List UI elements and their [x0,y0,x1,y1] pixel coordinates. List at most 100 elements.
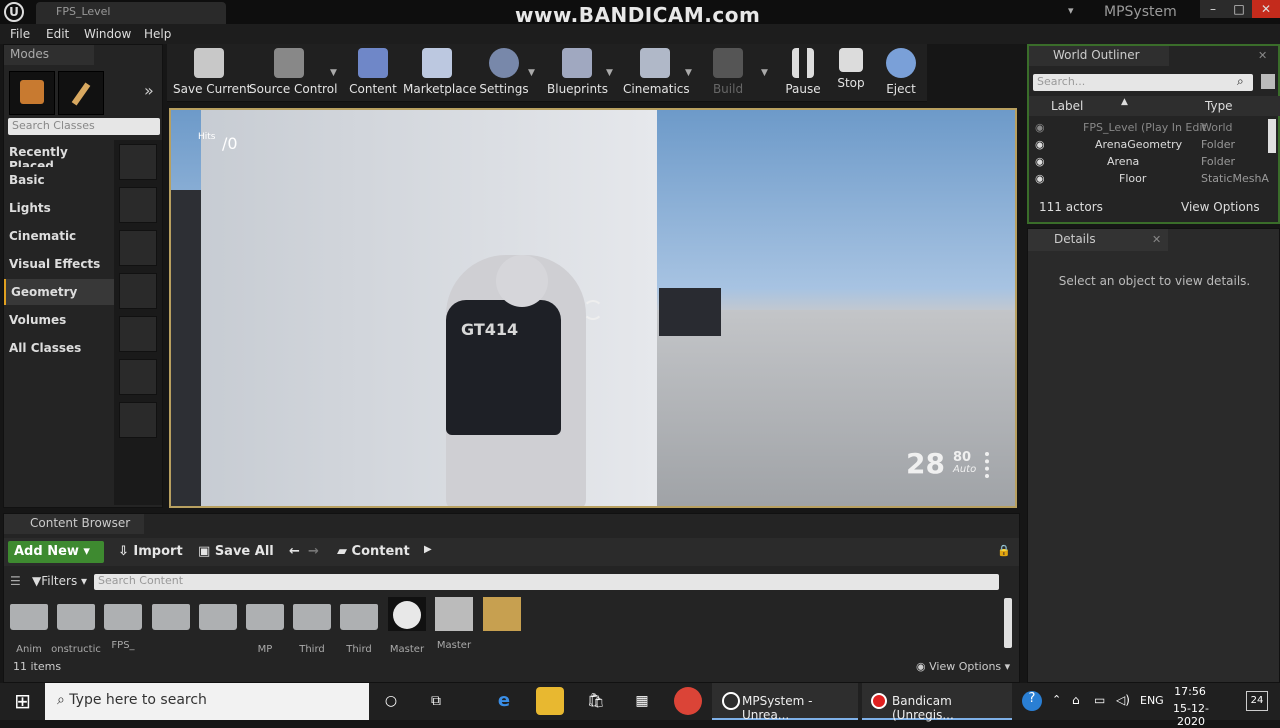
blueprints-dropdown-icon[interactable]: ▼ [606,68,613,78]
build-button[interactable]: Build [705,48,751,100]
modes-tab[interactable]: Modes [4,45,94,65]
type-column-header[interactable]: Type [1205,99,1233,113]
folder-icon[interactable] [104,604,142,630]
content-view-options[interactable]: ◉ View Options ▾ [916,660,1010,673]
help-icon[interactable]: ? [1022,691,1042,711]
tray-expand-icon[interactable]: ⌃ [1052,693,1061,706]
folder-icon[interactable] [246,604,284,630]
taskbar-search-input[interactable]: ⌕ Type here to search [45,683,369,720]
volume-icon[interactable]: ◁) [1116,693,1130,707]
level-tab[interactable]: FPS_Level [36,2,226,24]
blueprints-button[interactable]: Blueprints [547,48,608,100]
back-arrow-icon[interactable]: ← [289,544,300,559]
minimize-button[interactable]: – [1200,0,1226,18]
outliner-scrollbar[interactable] [1268,119,1276,153]
content-search-input[interactable]: Search Content [94,574,999,590]
cone-brush-icon[interactable] [119,187,157,223]
cinematics-dropdown-icon[interactable]: ▼ [685,68,692,78]
folder-icon[interactable] [57,604,95,630]
world-outliner-tab[interactable]: World Outliner [1029,46,1169,66]
material-sphere-icon[interactable] [388,597,426,631]
paint-mode-icon[interactable] [58,71,104,115]
clock-date[interactable]: 15-12-2020 [1164,702,1218,728]
edge-icon[interactable]: e [490,687,518,715]
sources-toggle-icon[interactable]: ☰ [10,574,21,588]
category-basic[interactable]: Basic [4,167,114,193]
marketplace-button[interactable]: Marketplace [403,48,477,100]
content-scrollbar[interactable] [1004,598,1012,648]
add-actor-icon[interactable] [1261,74,1275,89]
eject-button[interactable]: Eject [879,48,923,100]
clock-time[interactable]: 17:56 [1170,685,1210,698]
close-tab-icon[interactable]: ✕ [1152,233,1161,246]
calculator-icon[interactable]: ▦ [628,687,656,715]
close-tab-icon[interactable]: ✕ [1258,49,1267,62]
outliner-row[interactable]: ◉ Arena Folder [1029,153,1265,170]
category-visual-effects[interactable]: Visual Effects [4,251,114,277]
build-dropdown-icon[interactable]: ▼ [761,68,768,78]
chrome-icon[interactable] [674,687,702,715]
label-column-header[interactable]: Label [1051,99,1083,113]
content-path[interactable]: ▰ Content [337,544,410,559]
windows-start-icon[interactable]: ⊞ [0,683,45,720]
folder-icon[interactable] [293,604,331,630]
category-recently-placed[interactable]: Recently Placed [4,139,114,173]
outliner-row[interactable]: ◉ FPS_Level (Play In Edit World [1029,119,1265,136]
battery-icon[interactable]: ▭ [1094,693,1105,707]
category-all-classes[interactable]: All Classes [4,335,114,361]
file-explorer-icon[interactable] [536,687,564,715]
lock-icon[interactable]: 🔒 [997,544,1011,557]
source-control-dropdown-icon[interactable]: ▼ [330,68,337,78]
outliner-search-input[interactable]: Search... [1033,74,1253,91]
menu-window[interactable]: Window [84,27,131,41]
category-volumes[interactable]: Volumes [4,307,114,333]
close-button[interactable]: ✕ [1252,0,1280,18]
texture-asset-icon[interactable] [483,597,521,631]
cylinder-brush-icon[interactable] [119,230,157,266]
spiral-stair-icon[interactable] [119,359,157,395]
game-viewport[interactable]: GT414 Hits /0 28 80 Auto [169,108,1017,508]
folder-icon[interactable] [340,604,378,630]
details-tab[interactable]: Details [1028,229,1168,251]
menu-help[interactable]: Help [144,27,171,41]
filters-button[interactable]: ▼Filters ▾ [32,574,87,588]
content-browser-tab[interactable]: Content Browser [4,514,144,534]
outliner-row[interactable]: ◉ Floor StaticMeshA [1029,170,1269,187]
forward-arrow-icon[interactable]: → [308,544,319,559]
add-new-button[interactable]: Add New ▾ [8,541,104,563]
outliner-row[interactable]: ◉ ArenaGeometry Folder [1029,136,1265,153]
folder-icon[interactable] [199,604,237,630]
search-classes-input[interactable]: Search Classes [8,118,160,135]
pause-button[interactable]: Pause [781,48,825,100]
folder-icon[interactable] [152,604,190,630]
maximize-button[interactable]: □ [1226,0,1252,18]
cinematics-button[interactable]: Cinematics [623,48,690,100]
place-mode-icon[interactable] [9,71,55,115]
network-icon[interactable]: ⌂ [1072,693,1080,707]
language-indicator[interactable]: ENG [1140,694,1164,707]
task-view-icon[interactable]: ⧉ [422,687,450,715]
box-brush-icon[interactable] [119,144,157,180]
content-button[interactable]: Content [347,48,399,100]
settings-button[interactable]: Settings [477,48,531,100]
linear-stair-icon[interactable] [119,273,157,309]
notification-center-icon[interactable]: 24 [1246,691,1268,711]
menu-edit[interactable]: Edit [46,27,69,41]
category-lights[interactable]: Lights [4,195,114,221]
curved-stair-icon[interactable] [119,316,157,352]
path-chevron-icon[interactable]: ▶ [424,544,432,555]
store-icon[interactable]: 🛍 [582,687,610,715]
weapon-asset-icon[interactable] [435,597,473,631]
expand-modes-icon[interactable]: » [144,81,154,100]
source-control-button[interactable]: Source Control [249,48,337,100]
stop-button[interactable]: Stop [831,48,871,100]
save-current-button[interactable]: Save Current [173,48,251,100]
cortana-icon[interactable]: ○ [377,687,405,715]
category-geometry[interactable]: Geometry [4,279,114,305]
category-cinematic[interactable]: Cinematic [4,223,114,249]
settings-dropdown-icon[interactable]: ▼ [528,68,535,78]
import-button[interactable]: ⇩ Import [118,544,183,559]
menu-file[interactable]: File [10,27,30,41]
sphere-brush-icon[interactable] [119,402,157,438]
outliner-view-options[interactable]: View Options [1181,200,1260,214]
